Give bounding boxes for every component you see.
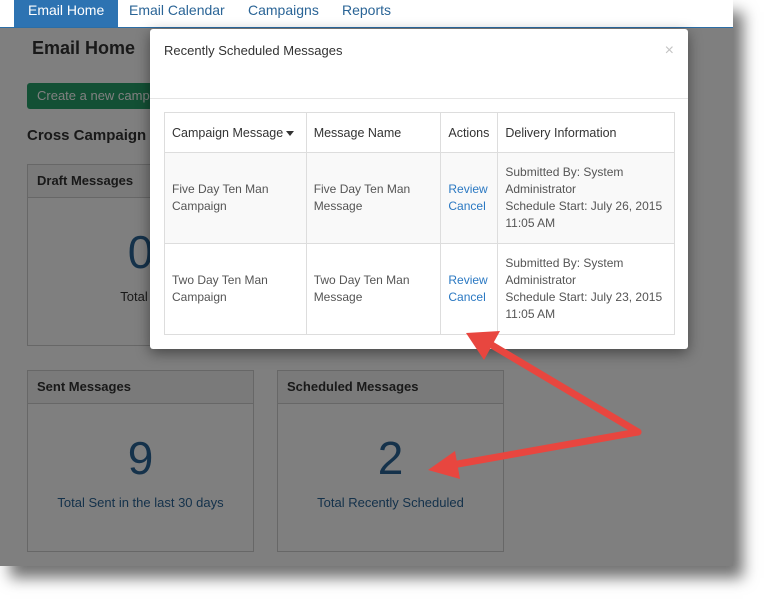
email-home-page: Email Home Email Calendar Campaigns Repo… <box>0 0 733 566</box>
arrowhead-icon <box>428 451 460 479</box>
arrow-to-modal <box>486 340 642 436</box>
annotation-arrows <box>428 331 642 479</box>
arrow-to-scheduled-count <box>448 428 642 469</box>
